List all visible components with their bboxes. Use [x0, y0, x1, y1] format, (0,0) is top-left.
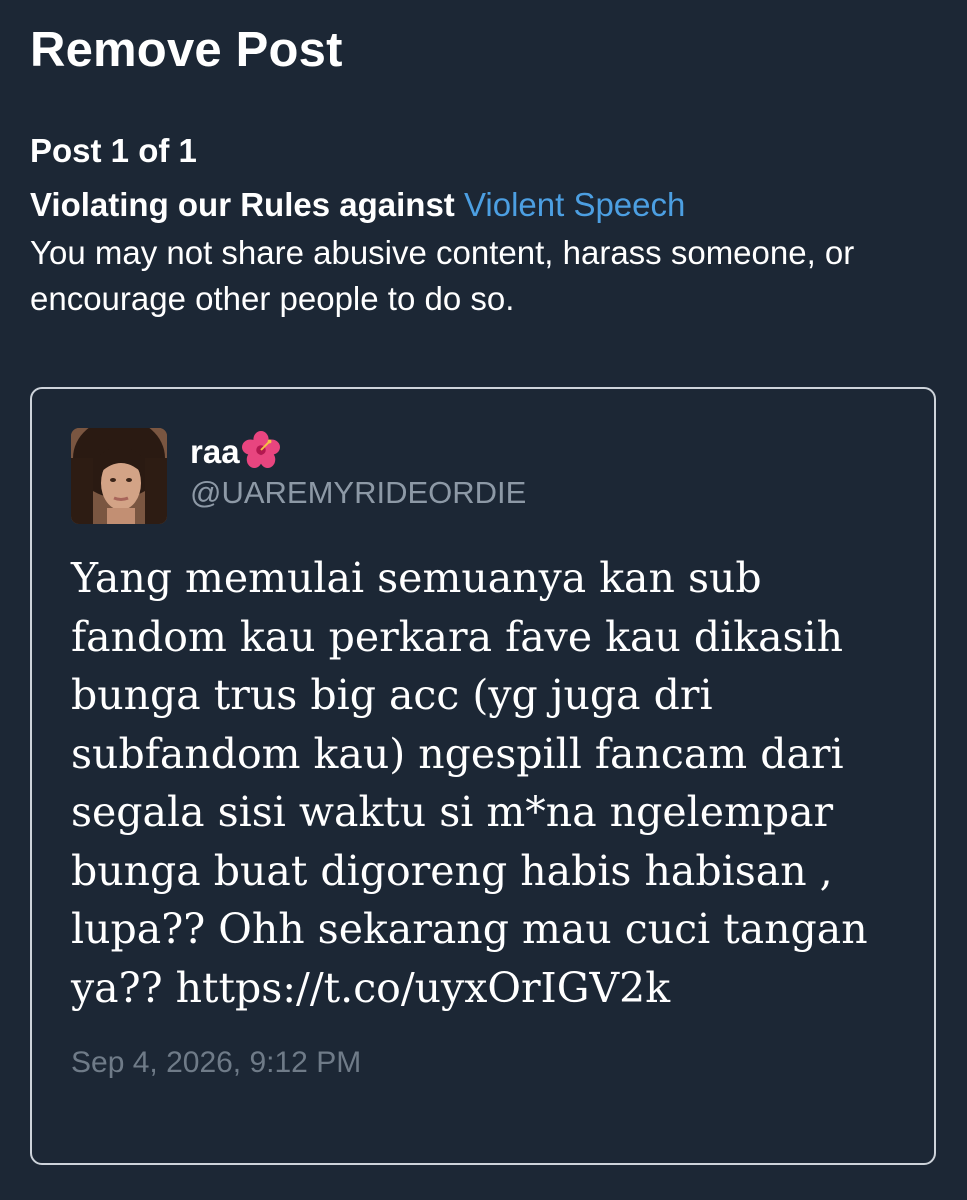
post-text: Yang memulai semuanya kan sub fandom kau…	[71, 554, 868, 1012]
violation-rule-prefix: Violating our Rules against	[30, 186, 464, 223]
post-card: raa @UAREMYRIDEORDIE Yang memulai semuan…	[30, 387, 936, 1165]
avatar[interactable]	[71, 428, 167, 524]
violation-rule: Violating our Rules against Violent Spee…	[30, 185, 685, 225]
page-title: Remove Post	[30, 23, 343, 77]
violation-description: You may not share abusive content, haras…	[30, 234, 855, 317]
avatar-image	[71, 428, 167, 524]
hibiscus-icon	[241, 431, 280, 469]
author-handle[interactable]: @UAREMYRIDEORDIE	[190, 473, 526, 513]
post-counter: Post 1 of 1	[30, 132, 197, 169]
rule-link[interactable]: Violent Speech	[464, 186, 685, 223]
author-name-text: raa	[190, 433, 240, 470]
post-timestamp: Sep 4, 2026, 9:12 PM	[71, 1046, 362, 1079]
author-display-name[interactable]: raa	[190, 431, 280, 472]
